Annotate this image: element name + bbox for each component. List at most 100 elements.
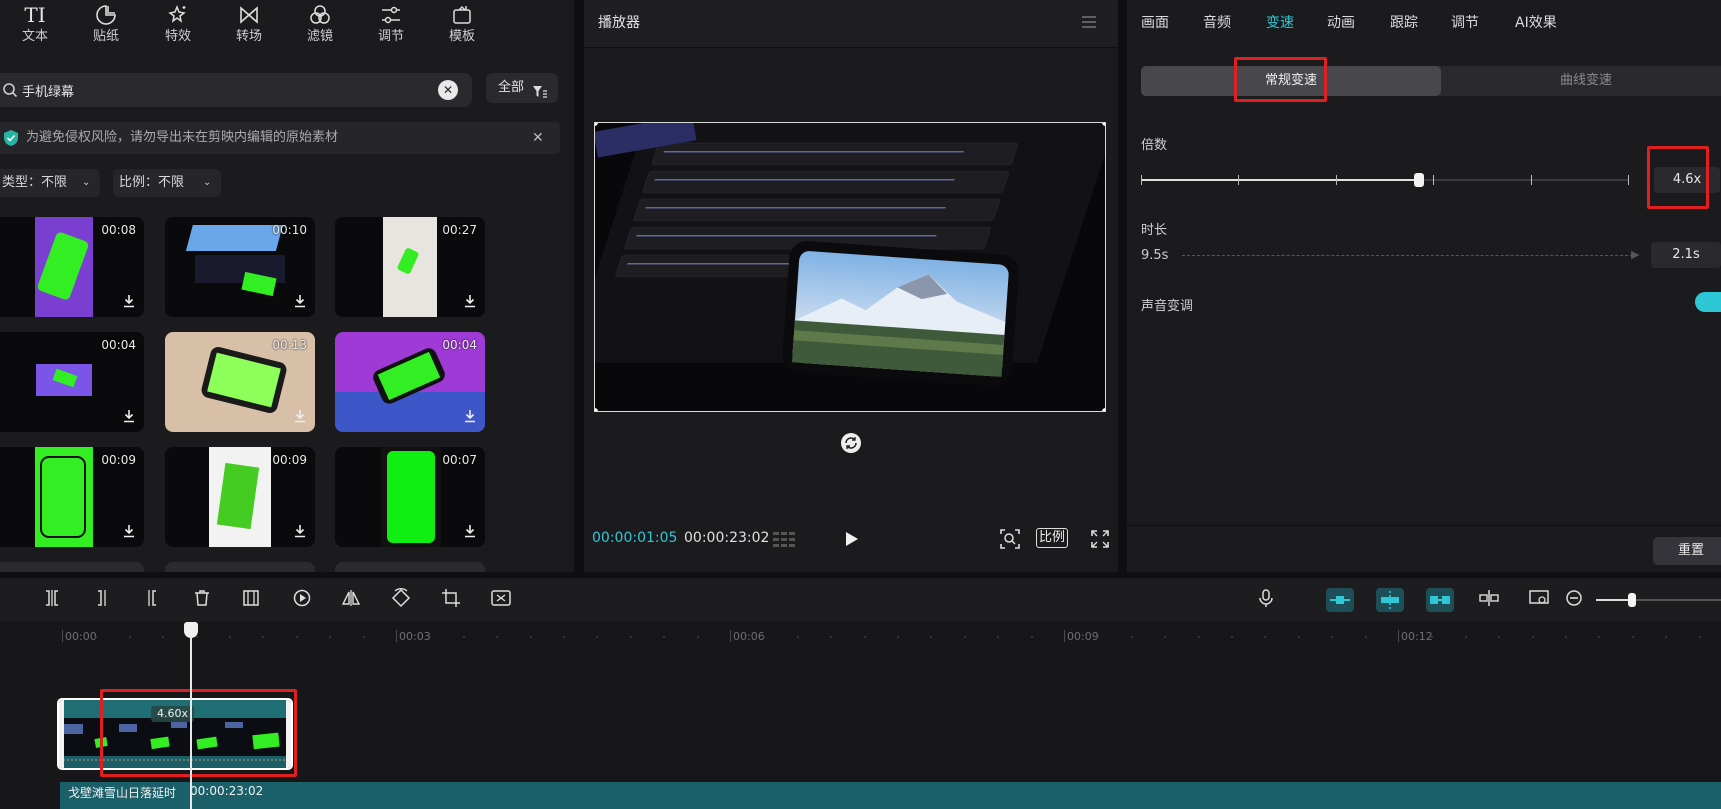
tab-3[interactable]: 动画 [1327, 0, 1355, 46]
duration-to[interactable]: 2.1s [1651, 242, 1721, 268]
search-input[interactable] [22, 73, 422, 107]
freeze-icon[interactable] [241, 588, 265, 612]
pitch-label: 声音变调 [1141, 299, 1194, 314]
media-thumbnail[interactable]: 00:10 [165, 217, 315, 317]
search-box: ✕ [0, 73, 472, 107]
download-icon[interactable] [463, 524, 477, 541]
playhead[interactable] [184, 622, 198, 809]
download-icon[interactable] [122, 294, 136, 311]
ruler-label: 00:03 [399, 630, 431, 643]
timeline: 00:00 00:03 00:06 00:09 00:12 4.60x 戈壁滩雪山日落延… [0, 578, 1721, 809]
media-thumbnail[interactable]: 00:27 [335, 217, 485, 317]
player-title: 播放器 [598, 15, 640, 31]
main-track-clip[interactable]: 戈壁滩雪山日落延时 00:00:23:02 [60, 782, 1721, 809]
preview-axis-icon[interactable] [1478, 588, 1502, 612]
player-panel: 播放器 00:00:01:05 00:00:23:02 比例 [584, 0, 1118, 572]
video-preview[interactable] [594, 122, 1106, 412]
text-icon: TI [24, 3, 46, 27]
zoom-slider-thumb[interactable] [1628, 593, 1636, 607]
notice-text: 为避免侵权风险，请勿导出未在剪映内编辑的原始素材 [26, 130, 339, 145]
tool-transition-label: 转场 [235, 29, 262, 44]
linkage-icon[interactable] [1426, 588, 1454, 612]
screenshot-icon[interactable] [1528, 588, 1552, 612]
play-button[interactable] [842, 530, 860, 552]
tool-text[interactable]: TI 文本 [5, 0, 65, 48]
total-time: 00:00:23:02 [684, 530, 770, 546]
zoom-slider[interactable] [1596, 593, 1721, 607]
tab-1[interactable]: 音频 [1203, 0, 1231, 46]
media-thumbnail[interactable]: 00:04 [335, 332, 485, 432]
media-panel: TI 文本 贴纸 特效 转场 滤镜 调节 模板 ✕ 全部 为避免侵权风险，请勿导… [0, 0, 574, 572]
pitch-toggle[interactable] [1695, 292, 1721, 312]
media-thumbnail[interactable]: 00:08 [0, 217, 144, 317]
fullscreen-icon[interactable] [1090, 529, 1110, 553]
media-thumbnail[interactable] [335, 562, 485, 572]
tab-curve-speed[interactable]: 曲线变速 [1441, 66, 1721, 96]
smart-cut-icon[interactable] [490, 588, 514, 612]
crop-icon[interactable] [441, 588, 465, 612]
duration-label: 时长 [1141, 223, 1168, 238]
download-icon[interactable] [293, 294, 307, 311]
media-thumbnail[interactable]: 00:13 [165, 332, 315, 432]
media-thumbnail[interactable]: 00:04 [0, 332, 144, 432]
delete-icon[interactable] [192, 588, 216, 612]
ratio-button[interactable]: 比例 [1036, 528, 1069, 548]
media-thumbnail[interactable] [0, 562, 144, 572]
tab-6[interactable]: AI效果 [1515, 0, 1557, 46]
menu-icon[interactable] [1080, 14, 1098, 34]
duration-from: 9.5s [1141, 248, 1169, 263]
tool-transition[interactable]: 转场 [219, 0, 279, 48]
media-thumbnail[interactable]: 00:07 [335, 447, 485, 547]
download-icon[interactable] [122, 409, 136, 426]
time-ruler: 00:00 00:03 00:06 00:09 00:12 [0, 622, 1721, 652]
waveform-icon[interactable] [772, 530, 798, 554]
tool-adjust[interactable]: 调节 [361, 0, 421, 48]
tab-0[interactable]: 画面 [1141, 0, 1169, 46]
player-header: 播放器 [584, 0, 1118, 48]
tab-5[interactable]: 调节 [1451, 0, 1479, 46]
rotate-icon[interactable] [840, 432, 862, 458]
tab-4[interactable]: 跟踪 [1390, 0, 1418, 46]
download-icon[interactable] [122, 524, 136, 541]
download-icon[interactable] [293, 409, 307, 426]
tool-template[interactable]: 模板 [432, 0, 492, 48]
split-left-icon[interactable] [92, 588, 116, 612]
download-icon[interactable] [463, 409, 477, 426]
highlight-box [1647, 146, 1709, 209]
multiplier-slider[interactable] [1141, 172, 1629, 188]
ruler-label: 00:06 [733, 630, 765, 643]
zoom-out-icon[interactable] [1564, 588, 1588, 612]
rotate-clip-icon[interactable] [391, 588, 415, 612]
download-icon[interactable] [293, 524, 307, 541]
filter-all-button[interactable]: 全部 [486, 73, 558, 103]
track-clip-name: 戈壁滩雪山日落延时 [68, 786, 177, 800]
chevron-down-icon: ⌄ [82, 177, 91, 188]
zoom-fit-icon[interactable] [999, 528, 1021, 554]
reverse-icon[interactable] [292, 588, 316, 612]
slider-thumb[interactable] [1414, 173, 1425, 187]
split-right-icon[interactable] [142, 588, 166, 612]
tool-filter[interactable]: 滤镜 [290, 0, 350, 48]
download-icon[interactable] [463, 294, 477, 311]
ratio-filter-dropdown[interactable]: 比例：不限 ⌄ [113, 169, 221, 197]
tool-sticker[interactable]: 贴纸 [76, 0, 136, 48]
media-thumbnail[interactable] [165, 562, 315, 572]
close-notice-icon[interactable]: ✕ [532, 130, 544, 146]
main-track-magnet-icon[interactable] [1326, 588, 1354, 612]
microphone-icon[interactable] [1256, 588, 1280, 612]
reset-button[interactable]: 重置 [1653, 537, 1721, 565]
split-icon[interactable] [42, 588, 66, 612]
media-thumbnail[interactable]: 00:09 [165, 447, 315, 547]
clear-search-button[interactable]: ✕ [438, 80, 458, 100]
tool-effects[interactable]: 特效 [148, 0, 208, 48]
type-filter-dropdown[interactable]: 类型：不限 ⌄ [0, 169, 100, 197]
mirror-icon[interactable] [341, 588, 365, 612]
media-thumbnail[interactable]: 00:09 [0, 447, 144, 547]
tool-sticker-label: 贴纸 [92, 29, 119, 44]
slider-fill [1141, 179, 1420, 181]
tool-filter-label: 滤镜 [306, 29, 333, 44]
tool-effects-label: 特效 [164, 29, 191, 44]
duration-arrow [1182, 255, 1638, 257]
auto-snap-icon[interactable] [1376, 588, 1404, 612]
tab-2[interactable]: 变速 [1266, 0, 1294, 46]
